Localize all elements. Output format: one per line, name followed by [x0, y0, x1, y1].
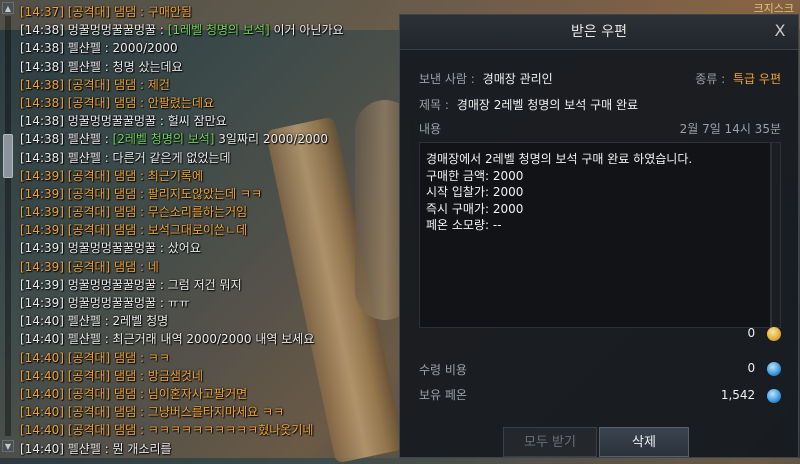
subject-label: 제목 :	[419, 98, 449, 112]
fee-row: 0	[748, 361, 781, 376]
chat-line: [14:39] 멍꿀멍멍꿀꿀멍꿀 : 그럼 저건 뭐지	[20, 277, 242, 292]
sender-label: 보낸 사람 :	[419, 72, 475, 86]
content-label: 내용	[419, 120, 441, 137]
mail-body-line: 즉시 구매가: 2000	[426, 201, 524, 216]
fee-amount: 0	[747, 361, 756, 375]
mail-body-line: 페온 소모량: --	[426, 218, 502, 232]
mail-title: 받은 우편	[571, 24, 627, 40]
mail-body-scrollbar[interactable]	[771, 142, 781, 328]
chat-line: [14:40] 펠샨펠 : 2레벨 청명	[20, 314, 169, 329]
chat-line-suffix: 이거 아닌가요	[269, 23, 344, 38]
type-row: 종류 : 특급 우편	[695, 70, 781, 87]
chat-line: [14:40] [공격대] 댐댐 : ㅋㅋ	[20, 350, 170, 365]
held-label: 보유 페온	[419, 386, 467, 403]
chat-line: [14:40] [공격대] 댐댐 : 그냥버스를타지마세요 ㅋㅋ	[20, 405, 285, 420]
mail-body-line: 경매장에서 2레벨 청명의 보석 구매 완료 하였습니다.	[426, 152, 693, 166]
delete-button[interactable]: 삭제	[599, 427, 689, 457]
subject-value: 경매장 2레벨 청명의 보석 구매 완료	[456, 98, 639, 112]
chat-scrollbar[interactable]: ▲ ▼	[2, 2, 14, 452]
item-link[interactable]: [2레벨 청명의 보석]	[113, 132, 215, 146]
type-label: 종류 :	[695, 72, 726, 86]
chat-line: [14:39] 멍꿀멍멍꿀꿀멍꿀 : 샀어요	[20, 241, 201, 256]
chat-line: [14:38] 펠샨펠 : [2레벨 청명의 보석] 3일짜리 2000/200…	[20, 130, 398, 148]
chat-line: [14:39] [공격대] 댐댐 : 보석그대로이쓴ㄴ데	[20, 223, 248, 238]
chat-line: [14:38] [공격대] 댐댐 : 제건	[20, 77, 170, 92]
mail-body-line: 시작 입찰가: 2000	[426, 185, 524, 199]
receive-all-button[interactable]: 모두 받기	[503, 427, 597, 457]
chat-line-prefix: [14:38] 멍꿀멍멍꿀꿀멍꿀 :	[20, 23, 168, 38]
chat-line: [14:40] [공격대] 댐댐 : 님이혼자사고팔거면	[20, 386, 248, 401]
chat-lines: [14:37] [공격대] 댐댐 : 구매안됨 [14:38] 멍꿀멍멍꿀꿀멍꿀 …	[20, 3, 398, 458]
subject-row: 제목 : 경매장 2레벨 청명의 보석 구매 완료	[419, 96, 638, 113]
chat-line: [14:38] [공격대] 댐댐 : 안팔렸는데요	[20, 95, 215, 110]
mail-window: 받은 우편 X 보낸 사람 : 경매장 관리인 종류 : 특급 우편 제목 : …	[399, 14, 799, 458]
chat-line: [14:38] 멍꿀멍멍꿀꿀멍꿀 : [1레벨 청명의 보석] 이거 아닌가요	[20, 21, 398, 39]
chat-line: [14:39] [공격대] 댐댐 : 최근기록에	[20, 168, 204, 183]
mail-date-text: 2월 7일 14시 35분	[679, 122, 781, 136]
peon-icon	[767, 388, 781, 403]
mail-date: 2월 7일 14시 35분	[680, 120, 781, 137]
scroll-thumb[interactable]	[3, 134, 13, 178]
chat-line-prefix: [14:38] 펠샨펠 :	[20, 132, 113, 147]
sender-value: 경매장 관리인	[482, 72, 553, 86]
gold-coin-icon	[767, 326, 781, 341]
peon-icon	[767, 361, 781, 376]
mail-body-line: 구매한 금액: 2000	[426, 168, 524, 183]
scroll-up-icon[interactable]: ▲	[2, 2, 14, 14]
chat-line: [14:39] [공격대] 댐댐 : 네	[20, 259, 159, 274]
type-value: 특급 우편	[733, 72, 781, 86]
chat-line: [14:40] [공격대] 댐댐 : 방금샘것네	[20, 368, 204, 383]
content-label-text: 내용	[419, 122, 442, 136]
chat-line: [14:38] 펠샨펠 : 청명 샀는데요	[20, 59, 183, 74]
fee-label-text: 수령 비용	[419, 363, 467, 377]
chat-log: ▲ ▼ [14:37] [공격대] 댐댐 : 구매안됨 [14:38] 멍꿀멍멍꿀…	[0, 0, 398, 458]
chat-line: [14:40] [공격대] 댐댐 : ㅋㅋㅋㅋㅋㅋㅋㅋㅋㅋ혔나옷기네	[20, 423, 314, 438]
held-amount: 1,542	[720, 388, 756, 402]
fee-label: 수령 비용	[419, 361, 467, 378]
gold-amount: 0	[747, 326, 756, 340]
chat-line: [14:38] 멍꿀멍멍꿀꿀멍꿀 : 헐씨 잠만요	[20, 114, 227, 129]
sender-row: 보낸 사람 : 경매장 관리인	[419, 70, 553, 87]
chat-line: [14:38] 펠샨펠 : 2000/2000	[20, 41, 178, 56]
chat-line: [14:39] [공격대] 댐댐 : 무슨소리를하는거임	[20, 205, 248, 220]
chat-line: [14:40] 펠샨펠 : 뭔 개소리를	[20, 441, 172, 456]
chat-line: [14:39] 멍꿀멍멍꿀꿀멍꿀 : ㅠㅠ	[20, 296, 190, 310]
scroll-down-icon[interactable]: ▼	[2, 440, 14, 452]
held-row: 1,542	[721, 388, 781, 403]
item-link[interactable]: [1레벨 청명의 보석]	[168, 23, 270, 37]
held-label-text: 보유 페온	[419, 388, 467, 402]
chat-line: [14:39] [공격대] 댐댐 : 팔리지도않았는데 ㅋㅋ	[20, 186, 263, 201]
mail-body: 경매장에서 2레벨 청명의 보석 구매 완료 하였습니다. 구매한 금액: 200…	[419, 142, 771, 328]
chat-line: [14:38] 펠샨펠 : 다른거 같은게 없었는데	[20, 150, 231, 165]
close-icon[interactable]: X	[770, 21, 790, 41]
chat-line: [14:37] [공격대] 댐댐 : 구매안됨	[20, 5, 192, 19]
chat-line-suffix: 3일짜리 2000/2000	[214, 132, 328, 147]
mail-header: 받은 우편 X	[400, 15, 798, 50]
chat-line: [14:40] 펠샨펠 : 최근거래 내역 2000/2000 내역 보세요	[20, 332, 315, 347]
gold-row: 0	[748, 326, 781, 341]
scroll-track[interactable]	[5, 16, 11, 436]
